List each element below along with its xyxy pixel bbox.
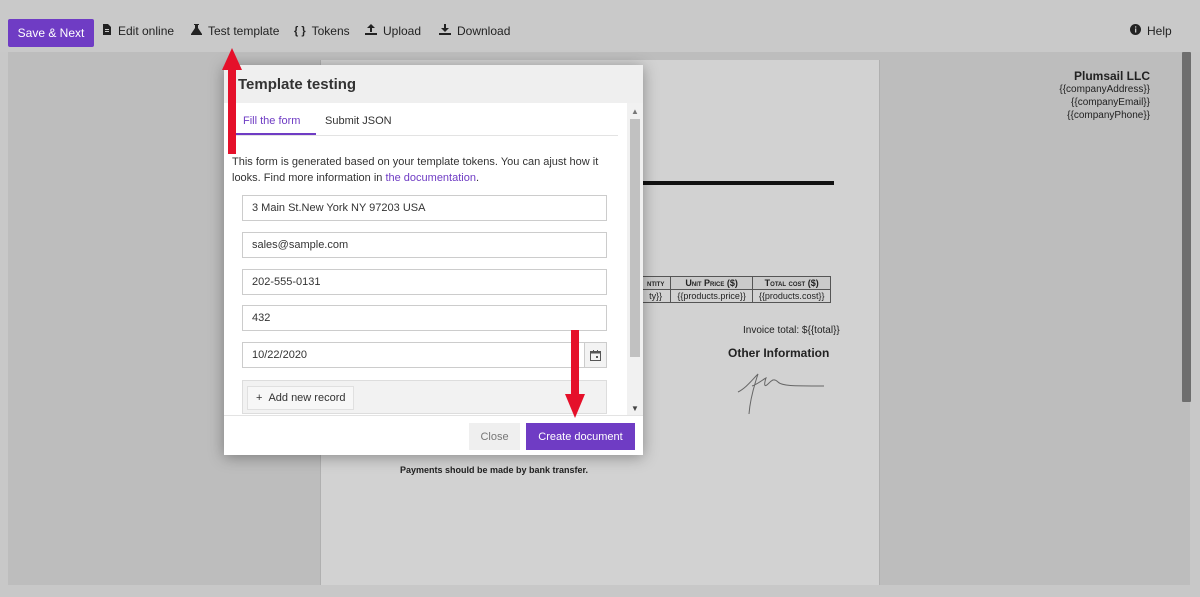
date-value: 10/22/2020 (252, 349, 308, 361)
signature-image (737, 373, 825, 415)
workspace-scrollbar[interactable] (1182, 52, 1191, 402)
info-icon (1130, 24, 1141, 38)
download-label: Download (457, 24, 511, 38)
upload-label: Upload (383, 24, 422, 38)
dialog-footer: Close Create document (224, 415, 643, 455)
scrollbar-thumb[interactable] (630, 119, 640, 357)
calendar-icon[interactable] (584, 343, 606, 367)
scroll-down-icon[interactable]: ▼ (631, 404, 639, 413)
test-template-button[interactable]: Test template (191, 24, 279, 38)
save-next-button[interactable]: Save & Next (8, 19, 94, 47)
document-icon (102, 24, 112, 38)
table-row: ty}} {{products.price}} {{products.cost}… (639, 289, 832, 303)
form-description: This form is generated based on your tem… (232, 154, 610, 186)
products-records: + Add new record (242, 380, 607, 414)
table-header: Total cost ($) (751, 276, 832, 290)
upload-button[interactable]: Upload (365, 24, 421, 38)
company-name: Plumsail LLC (1073, 69, 1150, 83)
products-table: ntity Unit Price ($) Total cost ($) ty}}… (639, 276, 832, 303)
table-cell: {{products.price}} (670, 289, 753, 303)
table-cell: ty}} (639, 289, 672, 303)
table-cell: {{products.cost}} (751, 289, 832, 303)
company-email-field[interactable]: sales@sample.com (242, 232, 607, 258)
date-field[interactable]: 10/22/2020 (242, 342, 607, 368)
download-button[interactable]: Download (439, 24, 510, 38)
dialog-scrollbar[interactable]: ▲ ▼ (627, 103, 643, 415)
company-address-field[interactable]: 3 Main St.New York NY 97203 USA (242, 195, 607, 221)
company-phone-field[interactable]: 202-555-0131 (242, 269, 607, 295)
dialog-title: Template testing (238, 76, 357, 93)
help-button[interactable]: Help (1130, 24, 1172, 38)
table-header: ntity (639, 276, 672, 290)
arrow-down-annotation (565, 330, 585, 418)
create-document-button[interactable]: Create document (526, 423, 635, 450)
invoice-total: Invoice total: ${{total}} (743, 325, 840, 336)
company-block: Plumsail LLC {{companyAddress}} {{compan… (1059, 70, 1150, 122)
toolbar: Save & Next Edit online Test template { … (0, 0, 1200, 52)
tokens-button[interactable]: { } Tokens (294, 24, 350, 38)
scroll-up-icon[interactable]: ▲ (631, 107, 639, 116)
documentation-link[interactable]: the documentation (385, 172, 476, 184)
invoice-number-field[interactable]: 432 (242, 305, 607, 331)
other-information-heading: Other Information (728, 346, 830, 360)
tab-divider (236, 135, 618, 136)
flask-icon (191, 24, 202, 38)
tab-submit-json[interactable]: Submit JSON (325, 115, 392, 127)
edit-online-button[interactable]: Edit online (102, 24, 174, 38)
close-button[interactable]: Close (469, 423, 520, 450)
add-new-record-button[interactable]: + Add new record (247, 386, 355, 410)
test-template-label: Test template (208, 24, 280, 38)
edit-online-label: Edit online (118, 24, 175, 38)
add-record-label: Add new record (268, 392, 346, 404)
payments-note: Payments should be made by bank transfer… (400, 465, 589, 475)
braces-icon: { } (294, 25, 306, 37)
active-tab-indicator (236, 133, 316, 135)
table-header: Unit Price ($) (670, 276, 753, 290)
company-phone: {{companyPhone}} (1067, 110, 1150, 121)
plus-icon: + (256, 392, 263, 404)
download-icon (439, 24, 451, 38)
help-label: Help (1147, 24, 1172, 38)
description-end: . (475, 172, 480, 184)
tab-fill-the-form[interactable]: Fill the form (243, 115, 300, 127)
company-address: {{companyAddress}} (1059, 84, 1150, 95)
dialog-header: Template testing (224, 65, 643, 103)
tokens-label: Tokens (311, 24, 350, 38)
upload-icon (365, 24, 377, 38)
arrow-up-annotation (222, 48, 242, 154)
company-email: {{companyEmail}} (1071, 97, 1150, 108)
